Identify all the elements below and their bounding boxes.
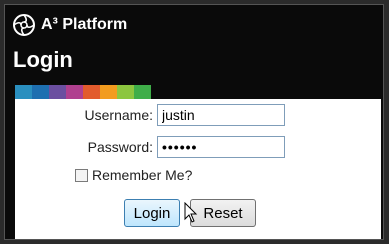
color-swatch [66,85,83,99]
username-row: Username: [63,104,285,126]
password-input[interactable]: •••••• [157,136,285,158]
username-input[interactable] [157,104,285,126]
login-panel: A³ Platform Login Username: Password: ••… [4,4,384,240]
color-swatch [134,85,151,99]
color-swatch [117,85,134,99]
login-button[interactable]: Login [124,199,180,227]
color-swatch [15,85,32,99]
password-row: Password: •••••• [63,136,285,158]
password-label: Password: [87,139,153,155]
reset-button[interactable]: Reset [190,199,256,227]
brand-name: A³ Platform [41,16,128,33]
remember-checkbox[interactable] [75,168,88,182]
color-swatch [49,85,66,99]
color-swatch [100,85,117,99]
brand-header: A³ Platform [13,11,127,39]
color-swatch [32,85,49,99]
page-title: Login [13,47,73,72]
login-form: Username: Password: •••••• Remember Me? … [15,99,381,239]
aperture-logo-icon [13,14,35,36]
username-label: Username: [84,107,153,123]
remember-label[interactable]: Remember Me? [92,167,192,183]
color-strip [15,85,151,99]
color-swatch [83,85,100,99]
remember-row: Remember Me? [75,167,192,183]
mouse-pointer-icon [184,201,198,229]
